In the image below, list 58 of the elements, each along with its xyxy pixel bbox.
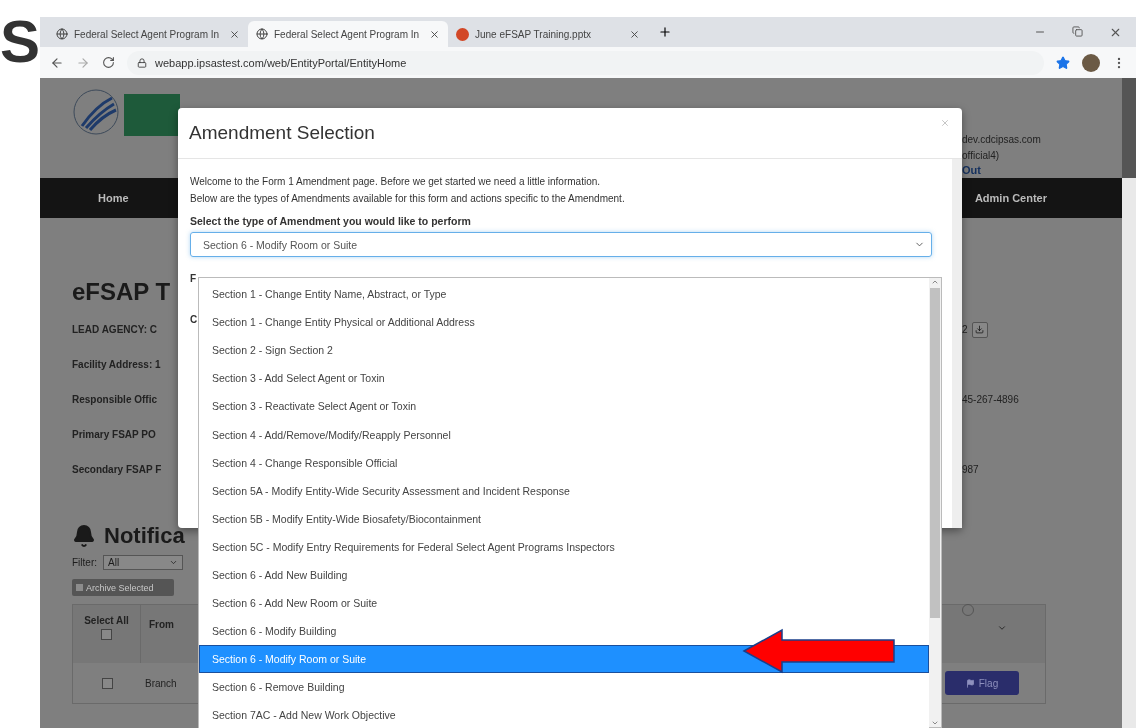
globe-icon xyxy=(256,28,268,40)
detail-label: Facility Address: 1 xyxy=(72,359,161,370)
download-icon xyxy=(975,325,985,334)
scroll-down-icon[interactable] xyxy=(931,719,939,727)
detail-value: 45-267-4896 xyxy=(962,394,1019,405)
filter-select[interactable]: All xyxy=(103,555,183,570)
column-header: From xyxy=(149,619,174,630)
new-tab-icon[interactable] xyxy=(658,25,672,39)
browser-tab[interactable]: June eFSAP Training.pptx xyxy=(448,21,648,47)
detail-value: 2 xyxy=(962,324,968,335)
lock-icon xyxy=(137,57,147,68)
field-label: Select the type of Amendment you would like to perform xyxy=(190,215,472,227)
checkbox[interactable] xyxy=(101,677,113,689)
restore-icon[interactable] xyxy=(1072,25,1083,37)
scrollbar[interactable] xyxy=(1122,78,1136,728)
filter-label: Filter: xyxy=(72,557,97,568)
scroll-up-icon[interactable] xyxy=(931,278,939,286)
address-field[interactable]: webapp.ipsastest.com/web/EntityPortal/EntityHome xyxy=(127,50,1044,75)
reload-icon[interactable] xyxy=(102,56,115,69)
amendment-select[interactable]: Section 6 - Modify Room or Suite xyxy=(190,232,932,257)
detail-value: 987 xyxy=(962,464,979,475)
table-cell-text: Branch xyxy=(144,677,177,689)
close-icon[interactable] xyxy=(429,28,440,40)
detail-label: LEAD AGENCY: C xyxy=(72,324,157,335)
avatar-icon[interactable] xyxy=(1082,53,1100,72)
chevron-down-icon xyxy=(997,623,1007,633)
browser-tab[interactable]: Federal Select Agent Program In xyxy=(248,21,448,47)
user-info: official4) xyxy=(962,149,1000,163)
user-info: dev.cdcipsas.com xyxy=(962,133,1041,147)
bell-icon xyxy=(72,524,96,548)
intro-text: Below are the types of Amendments available for this form and actions specific to the Amendment. xyxy=(190,192,626,206)
column-header: Select All xyxy=(84,615,129,626)
field-label: C xyxy=(190,314,198,325)
star-icon[interactable] xyxy=(1056,55,1070,70)
detail-label: Responsible Offic xyxy=(72,394,157,405)
flag-icon xyxy=(965,678,975,688)
chevron-down-icon xyxy=(169,558,178,567)
slide-title-fragment: S xyxy=(0,12,41,72)
detail-label: Secondary FSAP F xyxy=(72,464,162,475)
detail-label: Primary FSAP PO xyxy=(72,429,156,440)
nav-link[interactable]: Admin Center xyxy=(974,192,1047,204)
close-icon[interactable] xyxy=(629,28,640,40)
globe-icon xyxy=(56,28,68,40)
browser-tab[interactable]: Federal Select Agent Program In xyxy=(48,21,248,47)
slides-icon xyxy=(456,27,469,41)
modal-title: Amendment Selection xyxy=(189,122,375,144)
checkbox[interactable] xyxy=(101,629,112,640)
field-label: F xyxy=(190,273,197,284)
back-icon[interactable] xyxy=(50,55,64,70)
section-heading: Notifica xyxy=(104,523,185,549)
flag-button[interactable]: Flag xyxy=(945,671,1019,695)
scrollbar[interactable] xyxy=(929,278,941,727)
intro-text: Welcome to the Form 1 Amendment page. Before we get started we need a little information. xyxy=(190,175,602,189)
download-button[interactable] xyxy=(971,321,988,338)
page-heading: eFSAP T xyxy=(72,278,171,307)
archive-button[interactable]: Archive Selected xyxy=(72,579,174,596)
close-icon[interactable] xyxy=(229,28,240,40)
nav-link[interactable]: Home xyxy=(98,192,129,204)
